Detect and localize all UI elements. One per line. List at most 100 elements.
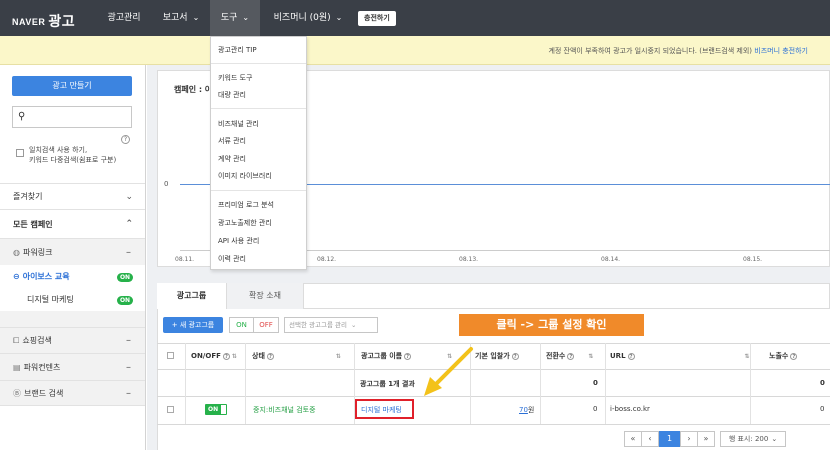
adgroup-bid[interactable]: 70원 [519,405,534,415]
off-button[interactable]: OFF [254,317,279,333]
header-onoff[interactable]: ON/OFF? ⇅ [191,343,237,369]
minus-circle-icon: ⊖ [13,272,20,281]
menu-separator [211,108,306,109]
menu-item-tip[interactable]: 광고관리 TIP [218,45,257,55]
bizmoney-charge-link[interactable]: 비즈머니 충전하기 [754,47,808,55]
on-button[interactable]: ON [229,317,254,333]
help-icon[interactable]: ? [222,352,230,360]
rows-per-page-select[interactable]: 행 표시: 200 ⌄ [720,431,786,447]
help-icon[interactable]: ? [627,352,635,360]
sidebar-item-shopping[interactable]: ⧠ 쇼핑검색 – [0,327,145,353]
adgroup-onoff-toggle[interactable]: ON [205,404,227,415]
x-tick: 08.15. [743,256,763,263]
manage-selected-dropdown[interactable]: 선택한 광고그룹 관리 ⌄ [284,317,378,333]
powercontents-label: 파워컨텐츠 [23,363,61,372]
pager-next[interactable]: › [680,431,698,447]
help-icon[interactable]: ? [790,352,798,360]
header-conversions[interactable]: 전환수? ⇅ [546,343,593,369]
nav-ad-management[interactable]: 광고관리 [96,0,152,36]
sort-icon[interactable]: ⇅ [336,353,341,360]
table-rule [157,369,830,370]
naver-ad-logo[interactable]: NAVER 광고 [12,10,75,30]
nav-reports[interactable]: 보고서 ⌄ [152,0,210,36]
sort-icon[interactable]: ⇅ [745,353,750,360]
nav-label: 보고서 [162,13,188,23]
sort-icon[interactable]: ⇅ [447,353,452,360]
nav-bizmoney[interactable]: 비즈머니 (0원) ⌄ [262,0,354,36]
menu-item-exposure-limit[interactable]: 광고노출제한 관리 [218,218,272,228]
menu-item-contracts[interactable]: 계약 관리 [218,154,246,164]
sort-icon[interactable]: ⇅ [588,353,593,360]
tab-adgroup[interactable]: 광고그룹 [157,283,227,309]
row-checkbox[interactable] [167,406,174,413]
help-icon[interactable]: ? [121,135,130,144]
pager-prev[interactable]: ‹ [641,431,659,447]
pager-first[interactable]: « [624,431,642,447]
col-divider [540,343,541,424]
help-icon[interactable]: ? [266,352,274,360]
table-rule [157,424,830,425]
sidebar-item-campaign[interactable]: ⊖ 아이보스 교육 ON [0,265,145,289]
menu-item-documents[interactable]: 서류 관리 [218,136,246,146]
exact-match-checkbox[interactable] [16,149,24,157]
nav-label: 광고관리 [107,13,141,23]
menu-item-api[interactable]: API 사용 관리 [218,236,259,246]
menu-item-image-library[interactable]: 이미지 라이브러리 [218,171,272,181]
sidebar-item-adgroup[interactable]: 디지털 마케팅 ON [0,289,145,311]
collapse-icon[interactable]: – [126,239,131,266]
help-icon[interactable]: ? [567,352,575,360]
label-line-2: 키워드 다중검색(쉼표로 구분) [29,156,117,164]
all-campaigns-section[interactable]: 모든 캠페인 ⌃ [0,209,145,238]
globe-icon: ◍ [13,248,20,257]
powerlink-label: 파워링크 [22,248,53,257]
charge-button[interactable]: 충전하기 [358,11,396,26]
menu-separator [211,63,306,64]
favorites-section[interactable]: 즐겨찾기 ⌄ [0,183,145,209]
adgroup-name: 디지털 마케팅 [27,295,74,304]
header-label: 광고그룹 이름 [361,352,403,360]
collapse-icon[interactable]: – [126,381,131,407]
make-ad-button[interactable]: 광고 만들기 [12,76,132,96]
menu-item-keyword-tool[interactable]: 키워드 도구 [218,73,252,83]
sidebar-item-powerlink[interactable]: ◍ 파워링크 – [0,238,145,265]
x-tick: 08.14. [601,256,621,263]
dropdown-label: 선택한 광고그룹 관리 [289,321,347,329]
nav-tools[interactable]: 도구 ⌄ [210,0,260,36]
header-status[interactable]: 상태? ⇅ [252,343,341,369]
header-adgroup-name[interactable]: 광고그룹 이름? ⇅ [361,343,452,369]
adgroup-status: 중지:비즈채널 검토중 [253,406,316,414]
campaign-search-input[interactable]: ⚲ [12,106,132,128]
sidebar-item-brand[interactable]: Ⓑ 브랜드 검색 – [0,380,145,406]
tab-extension[interactable]: 확장 소재 [227,283,304,309]
sidebar-item-powercontents[interactable]: ▤ 파워컨텐츠 – [0,353,145,380]
header-url[interactable]: URL? ⇅ [610,343,750,369]
chevron-down-icon: ⌄ [771,435,778,443]
bag-icon: ⧠ [13,336,20,345]
pager-last[interactable]: » [697,431,715,447]
col-divider [605,343,606,424]
tools-dropdown-menu: 광고관리 TIP 키워드 도구 대량 관리 비즈채널 관리 서류 관리 계약 관… [210,36,307,270]
menu-item-premium-log[interactable]: 프리미엄 로그 분석 [218,200,274,210]
header-impressions[interactable]: 노출수? [769,343,798,369]
search-icon: ⚲ [18,111,26,122]
help-icon[interactable]: ? [511,352,519,360]
new-adgroup-button[interactable]: + 새 광고그룹 [163,317,223,333]
notice-bar: 계정 잔액이 부족하여 광고가 일시중지 되었습니다. (브랜드검색 제외) 비… [0,36,830,65]
help-icon[interactable]: ? [404,352,412,360]
menu-item-bizchannel[interactable]: 비즈채널 관리 [218,119,259,129]
header-bid[interactable]: 기본 입찰가? [475,343,519,369]
label-line-1: 일치검색 사용 하기, [29,146,88,154]
nav-label: 비즈머니 (0원) [273,13,331,23]
collapse-icon[interactable]: – [126,354,131,381]
menu-item-bulk-manage[interactable]: 대량 관리 [218,90,246,100]
header-label: ON/OFF [191,352,221,360]
chevron-down-icon: ⌄ [335,13,343,22]
sort-icon[interactable]: ⇅ [232,353,237,360]
menu-item-history[interactable]: 이력 관리 [218,254,246,264]
document-icon: ▤ [13,363,21,372]
pager-page-1[interactable]: 1 [659,431,680,447]
collapse-icon[interactable]: – [126,328,131,354]
campaign-label: 캠페인 : 아 [174,85,213,94]
select-all-checkbox[interactable] [167,352,174,359]
x-tick: 08.13. [459,256,479,263]
